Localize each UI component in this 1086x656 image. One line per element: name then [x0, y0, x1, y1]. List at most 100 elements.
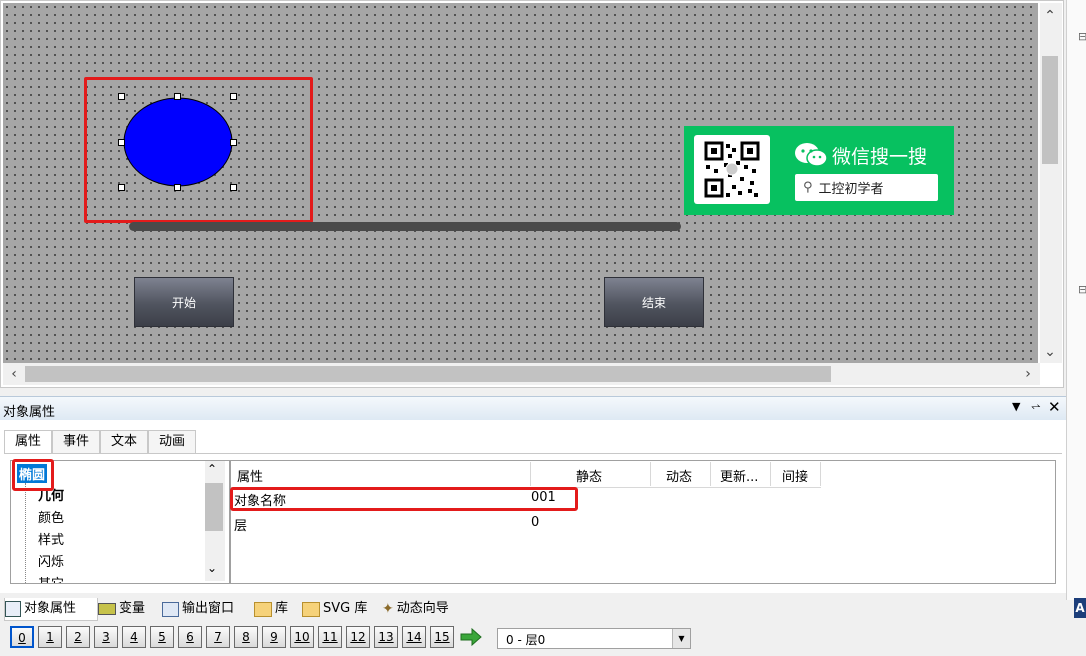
- dock-tab-label: 变量: [119, 601, 146, 616]
- wechat-icon: [794, 142, 828, 172]
- layer-button-label: 8: [242, 630, 250, 644]
- panel-tabs: 属性 事件 文本 动画: [4, 430, 197, 453]
- layer-button-label: 4: [130, 630, 138, 644]
- end-button[interactable]: 结束: [604, 277, 704, 327]
- layer-button-label: 11: [322, 630, 338, 644]
- layer-button-15[interactable]: 15: [430, 626, 454, 648]
- layer-button-3[interactable]: 3: [94, 626, 118, 648]
- layer-button-label: 5: [158, 630, 166, 644]
- tree-item-other[interactable]: 其它: [38, 573, 64, 583]
- layer-button-0[interactable]: 0: [10, 626, 34, 648]
- tree-item-flash[interactable]: 闪烁: [38, 551, 64, 570]
- layer-button-label: 2: [74, 630, 82, 644]
- layer-button-label: 7: [214, 630, 222, 644]
- tree-line: [25, 483, 27, 583]
- dropdown-icon[interactable]: ▼: [1012, 400, 1020, 413]
- folder-icon: [254, 601, 272, 617]
- arrow-right-icon[interactable]: [459, 627, 483, 647]
- grid-header-property[interactable]: 属性: [237, 466, 263, 485]
- layer-button-label: 3: [102, 630, 110, 644]
- pin-icon[interactable]: ⥋: [1031, 399, 1041, 414]
- wechat-search-text: 工控初学者: [818, 182, 884, 197]
- layer-button-14[interactable]: 14: [402, 626, 426, 648]
- layer-select-value: 0 - 层0: [506, 633, 546, 647]
- row-layer-value[interactable]: 0: [531, 515, 539, 530]
- expand-icon[interactable]: ⊟: [1078, 283, 1086, 296]
- scroll-right-icon[interactable]: ›: [1018, 364, 1038, 384]
- layer-button-10[interactable]: 10: [290, 626, 314, 648]
- vertical-scroll-thumb[interactable]: [1042, 56, 1058, 164]
- layer-button-label: 13: [378, 630, 394, 644]
- bottom-dock-tabs: [0, 595, 1066, 621]
- start-button[interactable]: 开始: [134, 277, 234, 327]
- wechat-search-box: ⚲ 工控初学者: [795, 174, 938, 201]
- scroll-left-icon[interactable]: ‹: [4, 364, 24, 384]
- tab-text[interactable]: 文本: [100, 430, 149, 453]
- row-layer-label[interactable]: 层: [234, 515, 247, 534]
- tree-item-color[interactable]: 颜色: [38, 507, 64, 526]
- layer-button-12[interactable]: 12: [346, 626, 370, 648]
- highlight-box: [12, 459, 54, 491]
- tag-icon: [98, 603, 116, 615]
- layer-button-6[interactable]: 6: [178, 626, 202, 648]
- search-icon: ⚲: [803, 180, 813, 195]
- dock-tab-label: 动态向导: [396, 601, 449, 616]
- layer-button-8[interactable]: 8: [234, 626, 258, 648]
- tab-properties[interactable]: 属性: [4, 430, 53, 453]
- text-tool-icon[interactable]: A: [1074, 598, 1086, 618]
- wechat-title: 微信搜一搜: [832, 146, 928, 168]
- layer-button-label: 14: [406, 630, 422, 644]
- dock-tab-svg-library[interactable]: SVG 库: [302, 598, 367, 620]
- qr-code: [694, 135, 770, 204]
- horizontal-scroll-thumb[interactable]: [25, 366, 831, 382]
- layer-button-5[interactable]: 5: [150, 626, 174, 648]
- tab-divider: [4, 453, 1062, 454]
- scroll-up-icon[interactable]: ⌃: [1040, 6, 1060, 26]
- tab-animation[interactable]: 动画: [148, 430, 197, 453]
- layer-button-7[interactable]: 7: [206, 626, 230, 648]
- layer-button-4[interactable]: 4: [122, 626, 146, 648]
- grid-header-indirect[interactable]: 间接: [782, 466, 808, 485]
- grid-header-static[interactable]: 静态: [576, 466, 602, 485]
- layer-button-label: 0: [18, 631, 26, 645]
- scroll-down-icon[interactable]: ⌄: [1040, 342, 1060, 362]
- wechat-card: 微信搜一搜 ⚲ 工控初学者: [684, 126, 954, 215]
- dock-tab-output[interactable]: 输出窗口: [162, 598, 234, 620]
- layer-select[interactable]: 0 - 层0 ▼: [497, 628, 691, 649]
- grid-header-update[interactable]: 更新...: [720, 466, 758, 485]
- highlight-box: [230, 487, 578, 511]
- layer-button-11[interactable]: 11: [318, 626, 342, 648]
- dock-tab-library[interactable]: 库: [254, 598, 288, 620]
- scroll-up-icon[interactable]: ⌃: [207, 462, 217, 476]
- layer-button-label: 15: [434, 630, 450, 644]
- dock-tab-label: SVG 库: [323, 601, 368, 616]
- scroll-down-icon[interactable]: ⌄: [207, 561, 217, 575]
- dock-tab-object-properties[interactable]: 对象属性: [4, 598, 98, 621]
- dock-tab-label: 对象属性: [24, 601, 77, 616]
- layer-button-label: 9: [270, 630, 278, 644]
- grid-header-dynamic[interactable]: 动态: [666, 466, 692, 485]
- dock-tab-dynamic-wizard[interactable]: ✦ 动态向导: [382, 598, 449, 620]
- properties-icon: [5, 601, 21, 617]
- expand-icon[interactable]: ⊟: [1078, 30, 1086, 43]
- highlight-box: [84, 77, 313, 223]
- tree-item-style[interactable]: 样式: [38, 529, 64, 548]
- tree-scroll-thumb[interactable]: [205, 483, 223, 531]
- dock-tab-label: 输出窗口: [182, 601, 235, 616]
- wand-icon: ✦: [382, 601, 394, 617]
- layer-button-9[interactable]: 9: [262, 626, 286, 648]
- layer-button-2[interactable]: 2: [66, 626, 90, 648]
- chevron-down-icon[interactable]: ▼: [672, 629, 690, 648]
- conveyor-bar[interactable]: [129, 222, 681, 231]
- tab-events[interactable]: 事件: [52, 430, 101, 453]
- dock-tab-label: 库: [275, 601, 289, 616]
- layer-button-label: 12: [350, 630, 366, 644]
- layer-button-1[interactable]: 1: [38, 626, 62, 648]
- panel-title: 对象属性: [3, 405, 56, 420]
- dock-tab-variables[interactable]: 变量: [98, 598, 145, 620]
- layer-button-13[interactable]: 13: [374, 626, 398, 648]
- close-icon[interactable]: ✕: [1048, 398, 1061, 416]
- folder-icon: [302, 601, 320, 617]
- panel-titlebar: 对象属性 ▼ ⥋ ✕: [0, 396, 1066, 421]
- side-dock: [1066, 0, 1086, 600]
